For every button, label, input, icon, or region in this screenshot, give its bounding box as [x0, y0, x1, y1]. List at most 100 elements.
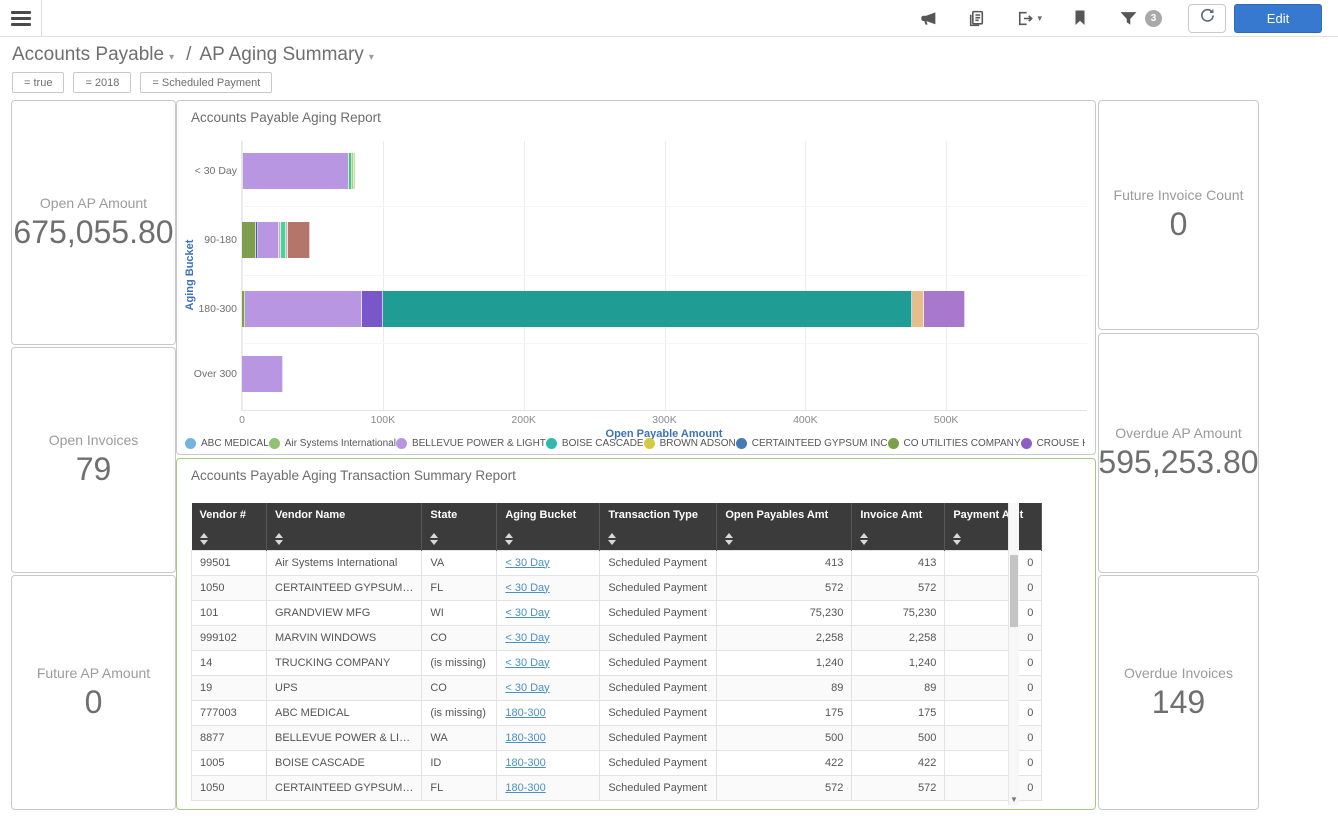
- filter-chip[interactable]: = Scheduled Payment: [140, 72, 272, 93]
- column-header[interactable]: Transaction Type: [600, 503, 717, 550]
- legend-item[interactable]: CO UTILITIES COMPANY: [888, 438, 1021, 449]
- bar-segment[interactable]: [243, 153, 349, 189]
- table-cell: 8877: [192, 725, 267, 750]
- legend-item[interactable]: CERTAINTEED GYPSUM INC: [736, 438, 888, 449]
- aging-bucket-link[interactable]: < 30 Day: [505, 557, 549, 569]
- aging-bucket-link[interactable]: < 30 Day: [505, 607, 549, 619]
- sort-icon[interactable]: [608, 533, 616, 545]
- legend-label: BELLEVUE POWER & LIGHT: [412, 438, 546, 449]
- bar-segment[interactable]: [362, 291, 383, 327]
- kpi-value: 0: [85, 684, 103, 721]
- table-cell: 14: [192, 650, 267, 675]
- aging-bucket-link[interactable]: < 30 Day: [505, 632, 549, 644]
- table-cell: 500: [852, 725, 945, 750]
- sort-icon[interactable]: [860, 533, 868, 545]
- table-cell: 0: [945, 550, 1042, 575]
- legend-dot: [644, 438, 655, 449]
- filter-icon[interactable]: [1118, 8, 1138, 28]
- table-cell: MARVIN WINDOWS: [267, 625, 422, 650]
- column-header[interactable]: Vendor Name: [267, 503, 422, 550]
- bar-segment[interactable]: [242, 356, 283, 392]
- announce-icon[interactable]: [918, 8, 938, 28]
- table-cell: 413: [717, 550, 852, 575]
- column-header[interactable]: Invoice Amt: [852, 503, 945, 550]
- kpi-label: Open AP Amount: [40, 195, 147, 211]
- scroll-down-icon[interactable]: ▼: [1009, 795, 1019, 804]
- bar-segment[interactable]: [258, 222, 279, 258]
- table-cell: 0: [945, 600, 1042, 625]
- table-scrollbar[interactable]: ▼: [1008, 503, 1019, 805]
- legend-dot: [396, 438, 407, 449]
- column-header-label: Open Payables Amt: [725, 509, 828, 521]
- sort-icon[interactable]: [275, 533, 283, 545]
- bar-segment[interactable]: [288, 222, 311, 258]
- kpi-label: Open Invoices: [49, 432, 139, 448]
- column-header[interactable]: State: [422, 503, 497, 550]
- aging-bucket-link[interactable]: < 30 Day: [505, 682, 549, 694]
- filter-count-badge[interactable]: 3: [1145, 10, 1162, 27]
- table-cell: 1005: [192, 750, 267, 775]
- sort-icon[interactable]: [725, 533, 733, 545]
- aging-bucket-link[interactable]: < 30 Day: [505, 657, 549, 669]
- table-cell: Scheduled Payment: [600, 650, 717, 675]
- band-separator: [242, 275, 1087, 276]
- sort-icon[interactable]: [430, 533, 438, 545]
- chevron-down-icon[interactable]: ▾: [169, 52, 174, 63]
- column-header[interactable]: Vendor #: [192, 503, 267, 550]
- table-cell: 180-300: [497, 725, 600, 750]
- scrollbar-thumb[interactable]: [1010, 555, 1018, 627]
- column-header-label: Invoice Amt: [860, 509, 922, 521]
- legend-item[interactable]: Air Systems International: [269, 438, 396, 449]
- table-cell: 75,230: [852, 600, 945, 625]
- table-cell: < 30 Day: [497, 675, 600, 700]
- sort-icon[interactable]: [953, 533, 961, 545]
- aging-bucket-link[interactable]: 180-300: [505, 782, 545, 794]
- table-row: 14TRUCKING COMPANY(is missing)< 30 DaySc…: [192, 650, 1042, 675]
- chevron-down-icon[interactable]: ▾: [369, 52, 374, 63]
- legend-item[interactable]: CROUSE HINDS: [1021, 438, 1085, 449]
- legend-item[interactable]: BROWN ADSON: [644, 438, 736, 449]
- legend-dot: [269, 438, 280, 449]
- menu-icon[interactable]: [0, 0, 42, 36]
- bar-segment[interactable]: [242, 222, 256, 258]
- export-icon[interactable]: [1014, 8, 1034, 28]
- sort-icon[interactable]: [200, 533, 208, 545]
- table-cell: (is missing): [422, 700, 497, 725]
- sort-icon[interactable]: [505, 533, 513, 545]
- aging-bucket-link[interactable]: 180-300: [505, 732, 545, 744]
- bar-segment[interactable]: [912, 291, 924, 327]
- kpi-card-open-ap-amount: Open AP Amount 675,055.80: [11, 100, 176, 345]
- table-cell: 175: [717, 700, 852, 725]
- bar-segment[interactable]: [924, 291, 965, 327]
- legend-item[interactable]: BELLEVUE POWER & LIGHT: [396, 438, 546, 449]
- filter-chip[interactable]: = true: [12, 72, 64, 93]
- legend-label: ABC MEDICAL: [201, 438, 269, 449]
- aging-bucket-link[interactable]: 180-300: [505, 757, 545, 769]
- bar-90-180: [242, 222, 1087, 258]
- column-header[interactable]: Open Payables Amt: [717, 503, 852, 550]
- export-caret-icon[interactable]: ▾: [1037, 13, 1042, 24]
- bar-segment[interactable]: [245, 291, 362, 327]
- legend-item[interactable]: ABC MEDICAL: [185, 438, 269, 449]
- table-cell: 0: [945, 575, 1042, 600]
- band-separator: [242, 206, 1087, 207]
- column-header[interactable]: Aging Bucket: [497, 503, 600, 550]
- aging-bucket-link[interactable]: < 30 Day: [505, 582, 549, 594]
- breadcrumb-section[interactable]: Accounts Payable: [12, 44, 164, 66]
- filter-chip[interactable]: = 2018: [73, 72, 131, 93]
- refresh-button[interactable]: [1188, 4, 1226, 33]
- legend-item[interactable]: BOISE CASCADE: [546, 438, 644, 449]
- column-header[interactable]: Payment Amt: [945, 503, 1042, 550]
- kpi-label: Overdue AP Amount: [1115, 425, 1242, 441]
- edit-button[interactable]: Edit: [1234, 4, 1322, 33]
- table-cell: Scheduled Payment: [600, 575, 717, 600]
- bar-segment[interactable]: [383, 291, 913, 327]
- breadcrumb-page[interactable]: AP Aging Summary: [199, 44, 363, 66]
- bookmark-icon[interactable]: [1070, 8, 1090, 28]
- aging-bucket-link[interactable]: 180-300: [505, 707, 545, 719]
- legend-label: CROUSE HINDS: [1037, 438, 1085, 449]
- category-label: 180-300: [181, 303, 237, 315]
- table-cell: 572: [852, 775, 945, 800]
- copy-icon[interactable]: [966, 8, 986, 28]
- table-cell: 75,230: [717, 600, 852, 625]
